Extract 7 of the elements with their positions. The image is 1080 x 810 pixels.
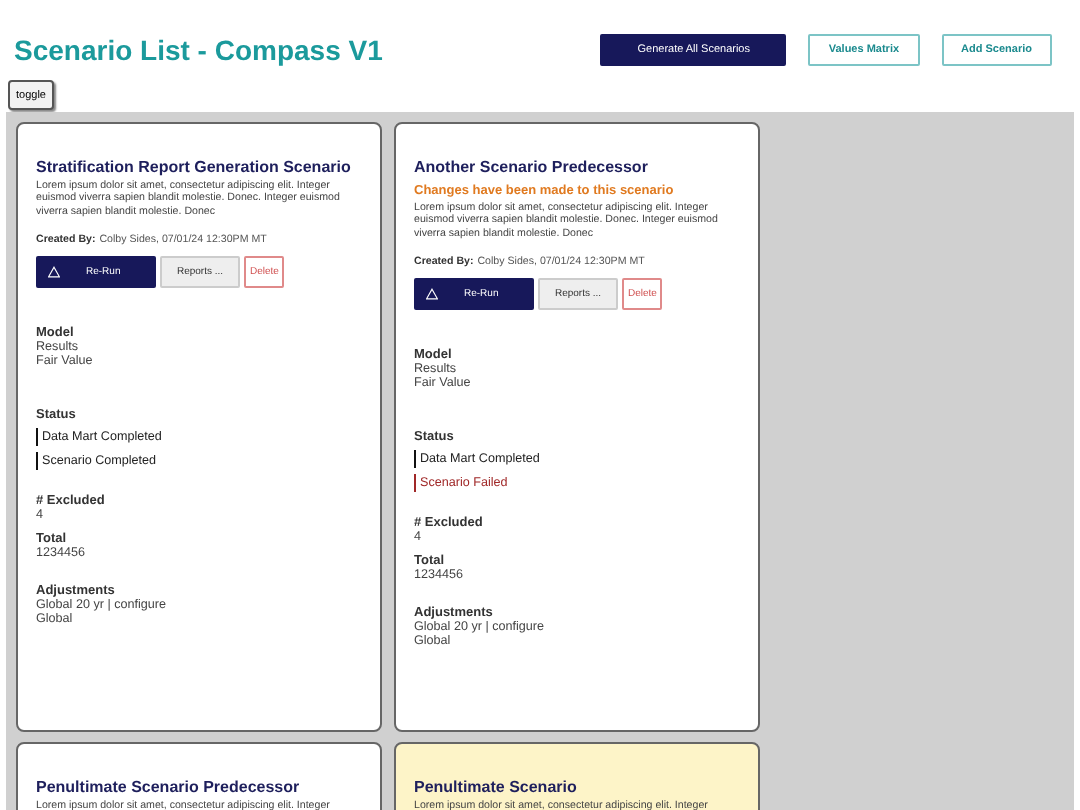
card-title: Penultimate Scenario	[414, 778, 579, 796]
card-title: Stratification Report Generation Scenario	[36, 158, 353, 176]
warning-icon	[426, 288, 438, 301]
warning-icon	[48, 266, 60, 279]
page-title: Scenario List - Compass V1	[14, 34, 383, 66]
card-title: Penultimate Scenario Predecessor	[36, 778, 302, 796]
card-title: Another Scenario Predecessor	[414, 158, 650, 176]
